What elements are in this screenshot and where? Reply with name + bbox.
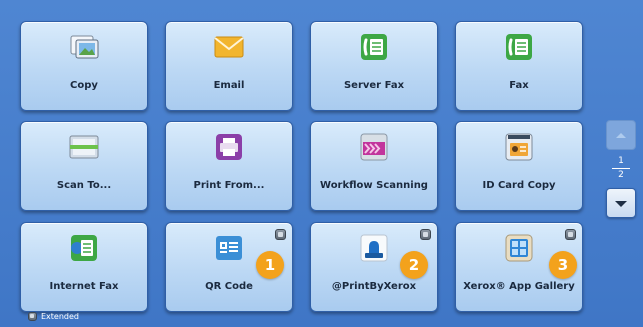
app-tile-id-card-copy[interactable]: ID Card Copy xyxy=(455,121,583,211)
qr-code-icon xyxy=(216,236,242,260)
scroll-down-button[interactable] xyxy=(606,188,636,218)
extended-legend-icon xyxy=(28,312,37,321)
tile-label: Copy xyxy=(70,80,98,91)
extended-app-indicator xyxy=(565,229,576,240)
current-page: 1 xyxy=(618,156,624,166)
page-divider xyxy=(612,168,630,169)
callout-badge-2: 2 xyxy=(400,251,428,279)
app-tile-workflow-scanning[interactable]: Workflow Scanning xyxy=(310,121,438,211)
app-tile-internet-fax[interactable]: Internet Fax xyxy=(20,222,148,312)
extended-legend: Extended xyxy=(28,312,79,321)
app-tile-scan-to[interactable]: Scan To... xyxy=(20,121,148,211)
tile-label: @PrintByXerox xyxy=(331,281,417,292)
callout-badge-1: 1 xyxy=(256,251,284,279)
total-pages: 2 xyxy=(618,170,624,180)
printer-icon xyxy=(216,134,242,160)
page-indicator: 1 2 xyxy=(606,156,636,181)
app-gallery-icon xyxy=(505,234,533,262)
app-tile-fax[interactable]: Fax xyxy=(455,21,583,111)
tile-label: Fax xyxy=(509,80,529,91)
tile-label: Server Fax xyxy=(343,80,405,91)
app-tile-copy[interactable]: Copy xyxy=(20,21,148,111)
server-fax-icon xyxy=(361,34,387,60)
app-tile-server-fax[interactable]: Server Fax xyxy=(310,21,438,111)
scroll-up-button[interactable] xyxy=(606,120,636,150)
tile-label: ID Card Copy xyxy=(482,180,556,191)
print-by-xerox-icon xyxy=(360,234,388,262)
app-tile-email[interactable]: Email xyxy=(165,21,293,111)
tile-label: Email xyxy=(213,80,245,91)
callout-badge-3: 3 xyxy=(549,251,577,279)
extended-app-indicator xyxy=(275,229,286,240)
fax-icon xyxy=(506,34,532,60)
app-tile-print-from[interactable]: Print From... xyxy=(165,121,293,211)
extended-app-indicator xyxy=(420,229,431,240)
id-card-icon xyxy=(505,133,533,161)
tile-label: QR Code xyxy=(205,281,253,292)
extended-legend-label: Extended xyxy=(41,312,79,321)
tile-label: Internet Fax xyxy=(49,281,119,292)
chevron-up-icon xyxy=(616,133,626,138)
tile-label: Scan To... xyxy=(56,180,112,191)
copy-icon xyxy=(70,35,99,59)
tile-label: Workflow Scanning xyxy=(320,180,428,191)
scan-icon xyxy=(69,135,99,159)
internet-fax-icon xyxy=(71,235,97,261)
tile-label: Xerox® App Gallery xyxy=(463,281,575,292)
workflow-scanning-icon xyxy=(360,133,388,161)
tile-label: Print From... xyxy=(193,180,265,191)
chevron-down-icon xyxy=(615,201,627,207)
email-icon xyxy=(214,36,244,58)
